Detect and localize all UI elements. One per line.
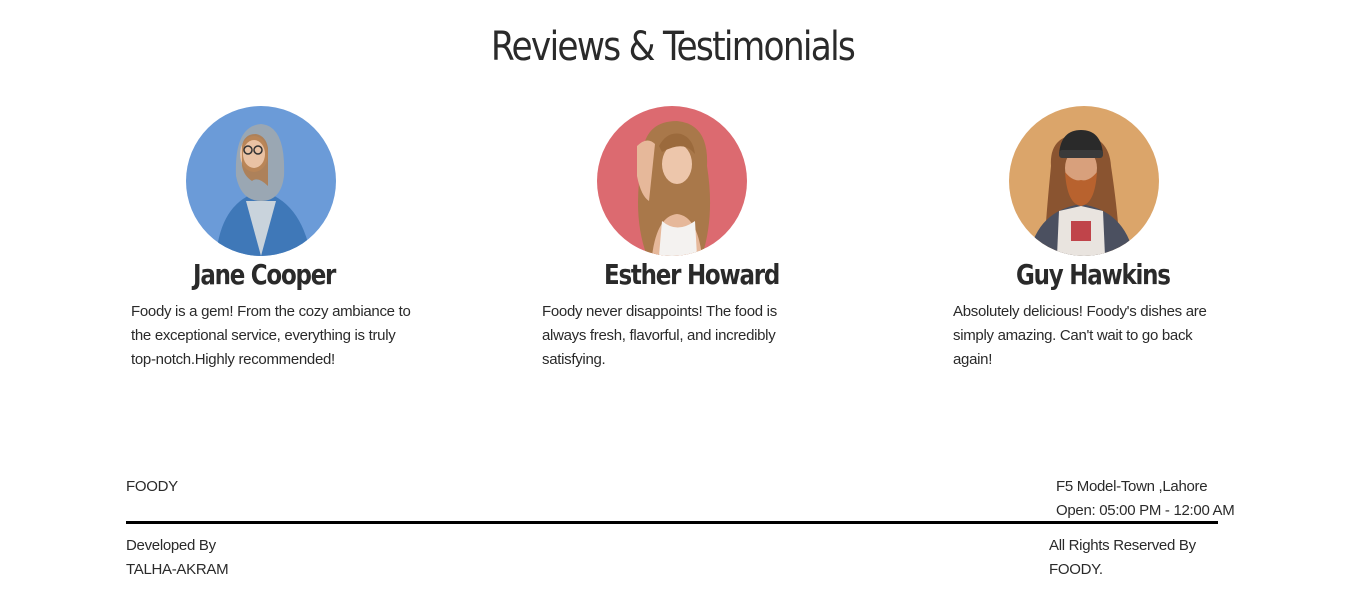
- footer-brand: FOODY: [126, 478, 178, 495]
- avatar: [1009, 106, 1159, 256]
- review-text: Foody is a gem! From the cozy ambiance t…: [131, 303, 411, 368]
- reviewer-name: Esther Howard: [604, 258, 780, 291]
- footer-divider: [126, 521, 1218, 524]
- section-title: Reviews & Testimonials: [490, 24, 856, 70]
- avatar: [186, 106, 336, 256]
- footer-rights: All Rights Reserved By FOODY.: [1049, 537, 1196, 578]
- footer-developer: Developed By TALHA-AKRAM: [126, 537, 229, 578]
- reviewer-name: Jane Cooper: [193, 258, 336, 291]
- review-text: Absolutely delicious! Foody's dishes are…: [953, 303, 1207, 368]
- reviewer-name: Guy Hawkins: [1016, 258, 1171, 291]
- review-text: Foody never disappoints! The food is alw…: [542, 303, 777, 368]
- footer-address: F5 Model-Town ,Lahore: [1056, 478, 1208, 495]
- footer-hours: Open: 05:00 PM - 12:00 AM: [1056, 502, 1235, 519]
- avatar: [597, 106, 747, 256]
